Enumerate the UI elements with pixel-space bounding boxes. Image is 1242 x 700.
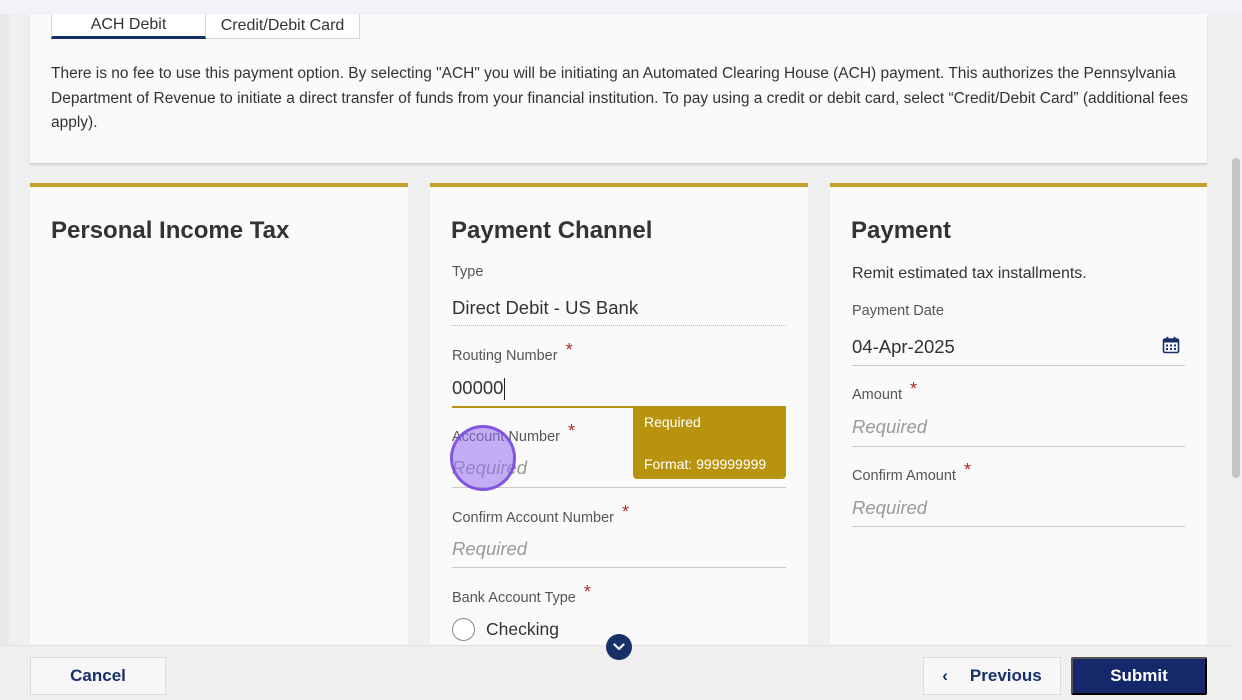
calendar-icon[interactable]	[1162, 336, 1180, 354]
tooltip-format-text: Format: 999999999	[644, 456, 767, 472]
confirm-account-number-label: Confirm Account Number *	[452, 502, 629, 527]
routing-number-value: 00000	[452, 377, 504, 398]
bank-account-type-label: Bank Account Type *	[452, 582, 591, 607]
payment-method-tabs: ACH Debit Credit/Debit Card	[51, 14, 360, 39]
required-mark: *	[565, 340, 573, 360]
tooltip-required-text: Required	[644, 414, 701, 430]
amount-input[interactable]: Required	[852, 416, 927, 438]
payment-method-card: ACH Debit Credit/Debit Card There is no …	[30, 14, 1207, 164]
confirm-account-number-label-text: Confirm Account Number	[452, 510, 614, 526]
scroll-down-button[interactable]	[606, 634, 632, 660]
required-mark: *	[909, 379, 917, 399]
scrollbar-thumb[interactable]	[1232, 158, 1240, 478]
routing-number-label-text: Routing Number	[452, 348, 558, 364]
required-mark: *	[963, 460, 971, 480]
routing-number-input[interactable]: 00000	[452, 377, 506, 401]
checking-radio[interactable]	[452, 618, 475, 641]
type-value: Direct Debit - US Bank	[452, 297, 639, 318]
required-mark: *	[583, 582, 591, 602]
payment-method-info-text: There is no fee to use this payment opti…	[51, 65, 1188, 131]
text-caret	[504, 378, 506, 401]
account-number-underline	[452, 487, 786, 488]
tab-ach-debit[interactable]: ACH Debit	[51, 14, 206, 39]
confirm-amount-input[interactable]: Required	[852, 497, 927, 519]
confirm-account-number-input[interactable]: Required	[452, 538, 527, 560]
submit-button[interactable]: Submit	[1071, 657, 1207, 695]
confirm-amount-label-text: Confirm Amount	[852, 468, 956, 484]
amount-label-text: Amount	[852, 387, 902, 403]
confirm-amount-underline	[852, 526, 1185, 527]
type-underline	[452, 325, 786, 326]
tab-credit-debit-card[interactable]: Credit/Debit Card	[206, 14, 360, 39]
payment-date-underline	[852, 365, 1185, 366]
left-gutter	[0, 14, 9, 700]
tax-type-panel: Personal Income Tax	[30, 183, 408, 653]
checking-radio-label[interactable]: Checking	[486, 619, 559, 640]
confirm-amount-label: Confirm Amount *	[852, 460, 971, 485]
amount-label: Amount *	[852, 379, 917, 404]
amount-underline	[852, 446, 1185, 447]
chevron-left-icon: ‹	[942, 666, 948, 685]
tax-type-title: Personal Income Tax	[51, 217, 290, 244]
payment-description: Remit estimated tax installments.	[852, 265, 1087, 282]
type-label: Type	[452, 264, 484, 280]
cancel-button[interactable]: Cancel	[30, 657, 166, 695]
confirm-account-number-underline	[452, 567, 786, 568]
routing-number-label: Routing Number *	[452, 340, 573, 365]
payment-title: Payment	[851, 217, 952, 244]
previous-button[interactable]: ‹ Previous	[923, 657, 1061, 695]
payment-channel-title: Payment Channel	[451, 217, 653, 244]
top-strip	[0, 0, 1242, 14]
click-indicator	[450, 425, 516, 491]
payment-date-label: Payment Date	[852, 303, 944, 319]
required-mark: *	[568, 421, 576, 441]
chevron-down-icon	[613, 643, 625, 651]
payment-date-input[interactable]: 04-Apr-2025	[852, 336, 955, 358]
previous-button-label: Previous	[969, 666, 1042, 685]
bank-account-type-label-text: Bank Account Type	[452, 590, 576, 606]
routing-number-validation-tooltip: Required Format: 999999999	[633, 407, 786, 479]
required-mark: *	[621, 502, 629, 522]
